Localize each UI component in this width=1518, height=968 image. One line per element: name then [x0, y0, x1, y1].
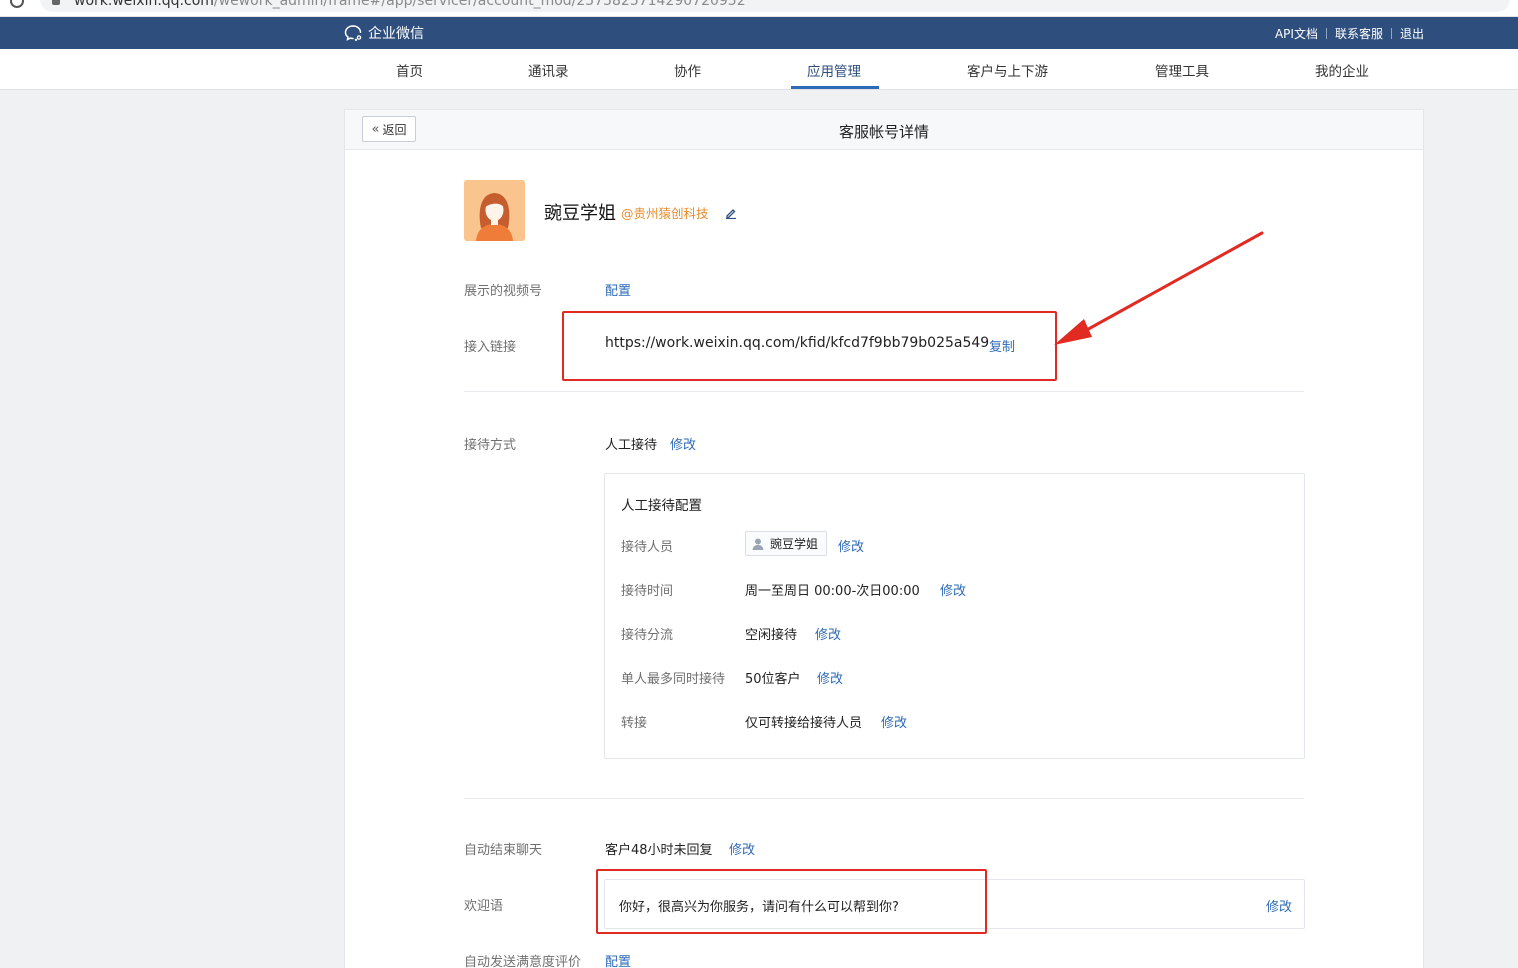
top-bar: 企业微信 API文档 联系客服 退出 [0, 17, 1518, 49]
reception-mode-edit-link[interactable]: 修改 [670, 434, 696, 453]
brand-name: 企业微信 [368, 26, 424, 42]
person-icon [752, 538, 764, 550]
contact-support-link[interactable]: 联系客服 [1335, 25, 1383, 42]
nav-my-enterprise[interactable]: 我的企业 [1315, 60, 1369, 80]
nav-management-tools[interactable]: 管理工具 [1155, 60, 1209, 80]
reception-time-value: 周一至周日 00:00-次日00:00 [745, 584, 920, 599]
reception-time-label: 接待时间 [621, 584, 674, 599]
satisfaction-config-link[interactable]: 配置 [605, 951, 631, 968]
manual-reception-config: 人工接待配置 接待人员 豌豆学姐 修改 接待时间 周一至周日 00:00-次日0… [604, 473, 1305, 759]
distribution-label: 接待分流 [621, 628, 674, 643]
avatar[interactable] [464, 180, 525, 241]
max-concurrent-edit-link[interactable]: 修改 [817, 668, 843, 687]
brand[interactable]: 企业微信 [344, 23, 424, 43]
main-nav: 首页 通讯录 协作 应用管理 客户与上下游 管理工具 我的企业 [0, 49, 1518, 90]
max-concurrent-label: 单人最多同时接待 [621, 672, 726, 687]
top-links: API文档 联系客服 退出 [1275, 25, 1424, 42]
distribution-value: 空闲接待 [745, 628, 798, 643]
staff-name: 豌豆学姐 [770, 537, 819, 551]
video-channel-config-link[interactable]: 配置 [605, 280, 631, 299]
video-channel-label: 展示的视频号 [464, 284, 543, 299]
nav-contacts[interactable]: 通讯录 [528, 60, 569, 80]
staff-edit-link[interactable]: 修改 [838, 536, 864, 555]
section-divider [464, 798, 1304, 799]
config-title: 人工接待配置 [621, 498, 702, 514]
transfer-edit-link[interactable]: 修改 [881, 712, 907, 731]
staff-label: 接待人员 [621, 540, 674, 555]
auto-end-value: 客户48小时未回复 [605, 843, 713, 858]
wecom-logo-icon [344, 25, 362, 41]
satisfaction-label: 自动发送满意度评价 [464, 955, 582, 968]
logout-link[interactable]: 退出 [1400, 25, 1424, 42]
staff-tag[interactable]: 豌豆学姐 [745, 531, 827, 556]
reception-mode-value: 人工接待 [605, 438, 658, 453]
edit-pencil-icon[interactable] [725, 207, 737, 219]
auto-end-label: 自动结束聊天 [464, 843, 543, 858]
annotation-arrow-icon [1054, 231, 1264, 345]
welcome-message-text: 你好，很高兴为你服务，请问有什么可以帮到你? [619, 900, 899, 915]
profile-name: 豌豆学姐 [544, 203, 616, 224]
page-title: 客服帐号详情 [838, 123, 929, 141]
welcome-edit-link[interactable]: 修改 [1266, 896, 1292, 915]
access-link-url: https://work.weixin.qq.com/kfid/kfcd7f9b… [605, 335, 990, 351]
female-avatar-icon [464, 180, 525, 241]
distribution-edit-link[interactable]: 修改 [815, 624, 841, 643]
nav-customers[interactable]: 客户与上下游 [967, 60, 1048, 80]
nav-app-management[interactable]: 应用管理 [807, 60, 861, 80]
browser-url-bar: work.weixin.qq.com/wework_admin/frame#/a… [0, 0, 1518, 17]
api-docs-link[interactable]: API文档 [1275, 25, 1318, 42]
link-separator [1390, 28, 1392, 39]
copy-link-button[interactable]: 复制 [989, 336, 1015, 355]
reception-mode-label: 接待方式 [464, 438, 517, 453]
transfer-label: 转接 [621, 716, 648, 731]
transfer-value: 仅可转接给接待人员 [745, 716, 863, 731]
auto-end-edit-link[interactable]: 修改 [729, 839, 755, 858]
nav-home[interactable]: 首页 [396, 60, 423, 80]
access-link-label: 接入链接 [464, 340, 517, 355]
corp-tag: @贵州猿创科技 [621, 206, 709, 221]
max-concurrent-value: 50位客户 [745, 672, 801, 687]
welcome-message-box: 你好，很高兴为你服务，请问有什么可以帮到你? 修改 [604, 879, 1305, 929]
card-header: « 返回 客服帐号详情 [345, 110, 1423, 150]
section-divider [464, 391, 1304, 392]
nav-collaboration[interactable]: 协作 [674, 60, 701, 80]
welcome-label: 欢迎语 [464, 899, 504, 914]
link-separator [1325, 28, 1327, 39]
reception-time-edit-link[interactable]: 修改 [940, 580, 966, 599]
address-url[interactable]: work.weixin.qq.com/wework_admin/frame#/a… [74, 0, 746, 9]
lock-icon [52, 0, 60, 5]
active-tab-indicator [791, 86, 879, 89]
reload-icon[interactable] [10, 0, 24, 8]
